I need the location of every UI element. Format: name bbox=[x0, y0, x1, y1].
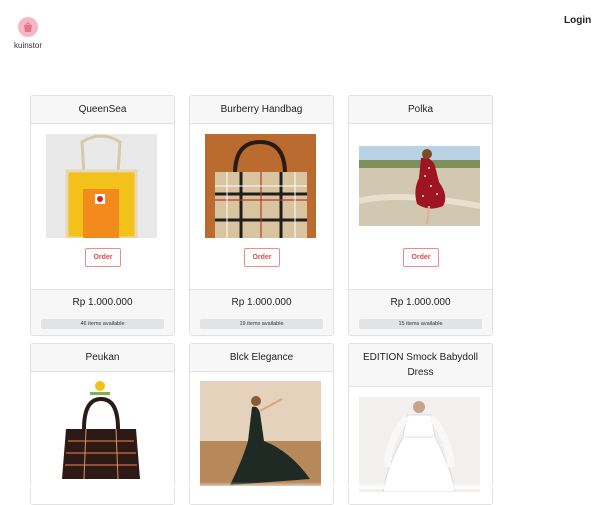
product-name: QueenSea bbox=[31, 96, 174, 124]
bottom-fade bbox=[0, 482, 615, 489]
brand-name[interactable]: kuinstor bbox=[14, 41, 42, 50]
login-link[interactable]: Login bbox=[564, 15, 591, 26]
stock-badge: 46 items available bbox=[41, 319, 164, 329]
product-price: Rp 1.000.000 bbox=[231, 297, 292, 308]
product-name: EDITION Smock Babydoll Dress bbox=[349, 344, 492, 387]
product-name: Blck Elegance bbox=[190, 344, 333, 372]
stock-badge: 15 items available bbox=[359, 319, 482, 329]
product-image bbox=[205, 134, 316, 238]
order-button[interactable]: Order bbox=[85, 248, 121, 267]
product-image bbox=[56, 379, 146, 484]
card-footer: Rp 1.000.000 15 items available bbox=[349, 289, 492, 335]
product-card: Polka Order Rp 1.000.000 15 items availa… bbox=[348, 95, 493, 336]
product-card: QueenSea Order Rp 1.000.000 46 items ava… bbox=[30, 95, 175, 336]
product-image bbox=[200, 381, 321, 486]
card-footer: Rp 1.000.000 19 items available bbox=[190, 289, 333, 335]
card-footer: Rp 1.000.000 46 items available bbox=[31, 289, 174, 335]
product-image bbox=[359, 146, 480, 226]
product-image bbox=[359, 397, 480, 492]
product-name: Polka bbox=[349, 96, 492, 124]
navbar: kuinstor Login bbox=[0, 0, 615, 60]
product-image bbox=[46, 134, 157, 238]
bag-logo-icon[interactable] bbox=[18, 17, 38, 37]
product-price: Rp 1.000.000 bbox=[390, 297, 451, 308]
product-price: Rp 1.000.000 bbox=[72, 297, 133, 308]
product-name: Burberry Handbag bbox=[190, 96, 333, 124]
order-button[interactable]: Order bbox=[244, 248, 280, 267]
order-button[interactable]: Order bbox=[403, 248, 439, 267]
product-card: Peukan bbox=[30, 343, 175, 505]
stock-badge: 19 items available bbox=[200, 319, 323, 329]
product-card: Burberry Handbag Order Rp 1.000.000 19 i… bbox=[189, 95, 334, 336]
product-card: EDITION Smock Babydoll Dress bbox=[348, 343, 493, 505]
product-card: Blck Elegance bbox=[189, 343, 334, 505]
product-name: Peukan bbox=[31, 344, 174, 372]
